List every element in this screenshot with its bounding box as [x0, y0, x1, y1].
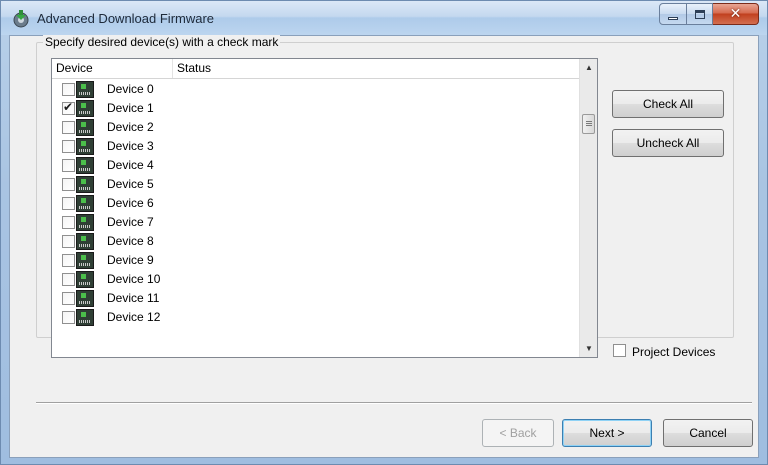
- device-label: Device 12: [107, 310, 161, 324]
- device-checkbox[interactable]: [62, 83, 75, 96]
- device-label: Device 5: [107, 177, 154, 191]
- list-item[interactable]: Device 0: [52, 80, 579, 99]
- device-label: Device 10: [107, 272, 161, 286]
- list-item[interactable]: Device 10: [52, 270, 579, 289]
- device-icon: [76, 309, 94, 326]
- list-item[interactable]: Device 2: [52, 118, 579, 137]
- device-label: Device 1: [107, 101, 154, 115]
- window-title: Advanced Download Firmware: [37, 11, 215, 26]
- device-checkbox[interactable]: [62, 292, 75, 305]
- device-icon: [76, 81, 94, 98]
- check-all-button[interactable]: Check All: [612, 90, 724, 118]
- list-item[interactable]: Device 5: [52, 175, 579, 194]
- device-label: Device 6: [107, 196, 154, 210]
- device-checkbox[interactable]: [62, 254, 75, 267]
- scroll-down-icon[interactable]: ▼: [580, 340, 598, 357]
- column-header-device[interactable]: Device: [52, 59, 173, 78]
- device-label: Device 8: [107, 234, 154, 248]
- device-label: Device 2: [107, 120, 154, 134]
- device-icon: [76, 271, 94, 288]
- group-legend: Specify desired device(s) with a check m…: [43, 35, 281, 49]
- device-label: Device 11: [107, 291, 160, 305]
- list-rows: Device 0 Device 1 Device 2 Device 3 Device 4…: [52, 79, 579, 357]
- device-label: Device 9: [107, 253, 154, 267]
- list-item[interactable]: Device 7: [52, 213, 579, 232]
- device-checkbox[interactable]: [62, 311, 75, 324]
- download-firmware-icon: [13, 10, 29, 28]
- device-list[interactable]: Device Status Device 0Device 1Device 2De…: [51, 58, 598, 358]
- device-label: Device 3: [107, 139, 154, 153]
- column-header-status[interactable]: Status: [173, 59, 579, 78]
- project-devices-label: Project Devices: [632, 345, 716, 359]
- list-item[interactable]: Device 6: [52, 194, 579, 213]
- cancel-button[interactable]: Cancel: [663, 419, 753, 447]
- close-button[interactable]: ✕: [713, 3, 759, 25]
- scroll-thumb[interactable]: [582, 114, 595, 134]
- device-checkbox[interactable]: [62, 197, 75, 210]
- device-icon: [76, 119, 94, 136]
- device-checkbox[interactable]: [62, 100, 75, 115]
- device-label: Device 0: [107, 82, 154, 96]
- list-item[interactable]: Device 11: [52, 289, 579, 308]
- list-item[interactable]: Device 3: [52, 137, 579, 156]
- device-icon: [76, 233, 94, 250]
- list-item[interactable]: Device 9: [52, 251, 579, 270]
- device-checkbox[interactable]: [62, 159, 75, 172]
- device-icon: [76, 195, 94, 212]
- device-icon: [76, 176, 94, 193]
- device-label: Device 7: [107, 215, 154, 229]
- device-checkbox[interactable]: [62, 273, 75, 286]
- list-header: Device Status: [52, 59, 579, 79]
- device-checkbox[interactable]: [62, 140, 75, 153]
- device-checkbox[interactable]: [62, 178, 75, 191]
- maximize-button[interactable]: [687, 3, 713, 25]
- title-bar[interactable]: Advanced Download Firmware ✕: [1, 1, 767, 35]
- list-item[interactable]: Device 8: [52, 232, 579, 251]
- next-button[interactable]: Next >: [562, 419, 652, 447]
- separator: [36, 402, 752, 404]
- scroll-up-icon[interactable]: ▲: [580, 59, 598, 76]
- window-controls: ✕: [659, 3, 759, 25]
- device-icon: [76, 100, 94, 117]
- back-button[interactable]: < Back: [482, 419, 554, 447]
- device-icon: [76, 138, 94, 155]
- vertical-scrollbar[interactable]: ▲ ▼: [579, 59, 597, 357]
- device-icon: [76, 157, 94, 174]
- device-checkbox[interactable]: [62, 121, 75, 134]
- minimize-button[interactable]: [659, 3, 687, 25]
- list-item[interactable]: Device 1: [52, 99, 579, 118]
- maximize-icon: [694, 9, 705, 19]
- device-label: Device 4: [107, 158, 154, 172]
- device-checkbox[interactable]: [62, 216, 75, 229]
- device-icon: [76, 290, 94, 307]
- device-checkbox[interactable]: [62, 235, 75, 248]
- device-icon: [76, 252, 94, 269]
- close-icon: ✕: [729, 6, 742, 22]
- device-icon: [76, 214, 94, 231]
- list-item[interactable]: Device 12: [52, 308, 579, 327]
- project-devices-checkbox[interactable]: [613, 344, 626, 357]
- list-item[interactable]: Device 4: [52, 156, 579, 175]
- uncheck-all-button[interactable]: Uncheck All: [612, 129, 724, 157]
- minimize-icon: [668, 16, 678, 20]
